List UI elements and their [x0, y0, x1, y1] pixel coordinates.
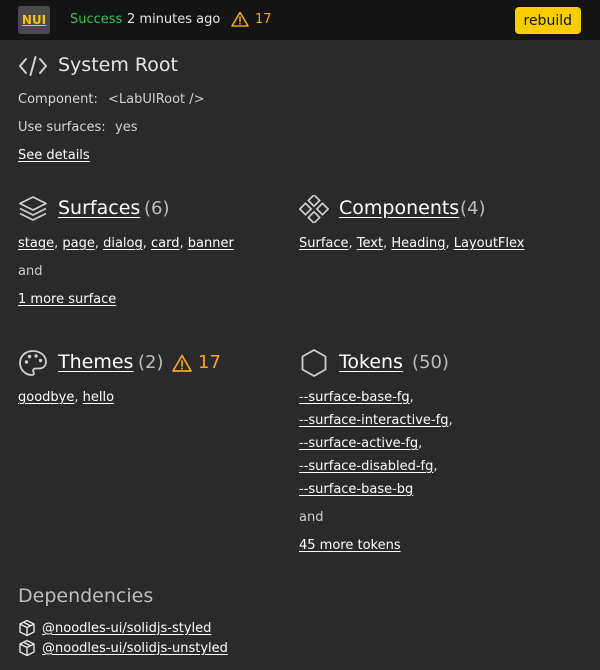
palette-icon [19, 350, 47, 376]
component-link-heading[interactable]: Heading [391, 236, 445, 251]
component-link-text[interactable]: Text [357, 236, 383, 251]
token-item: --surface-base-bg [299, 482, 413, 497]
hexagon-icon [301, 349, 327, 377]
use-surfaces-label: Use surfaces: [18, 120, 106, 135]
surface-link-card[interactable]: card [151, 236, 179, 251]
dependency-item: @noodles-ui/solidjs-styled [18, 619, 211, 637]
themes-list: goodbye, hello [18, 390, 115, 405]
components-list: Surface, Text, Heading, LayoutFlex [299, 236, 525, 251]
components-title[interactable]: Components [339, 197, 459, 219]
top-bar: NUI Success 2 minutes ago 17 rebuild [0, 0, 600, 40]
rebuild-button[interactable]: rebuild [514, 7, 581, 34]
components-count: (4) [460, 198, 486, 219]
component-link-layoutflex[interactable]: LayoutFlex [454, 236, 525, 251]
component-link-surface[interactable]: Surface [299, 236, 349, 251]
token-item: --surface-interactive-fg, [299, 413, 453, 428]
dependencies-title: Dependencies [18, 585, 154, 607]
components-icon [299, 195, 329, 223]
token-item: --surface-disabled-fg, [299, 459, 438, 474]
surface-link-stage[interactable]: stage [18, 236, 54, 251]
token-link[interactable]: --surface-disabled-fg [299, 459, 433, 474]
logo[interactable]: NUI [18, 6, 50, 34]
surface-link-dialog[interactable]: dialog [103, 236, 143, 251]
dependency-link[interactable]: @noodles-ui/solidjs-unstyled [42, 641, 228, 656]
surfaces-and: and [18, 264, 43, 279]
theme-link-hello[interactable]: hello [83, 390, 114, 405]
warning-icon [231, 11, 249, 27]
themes-count: (2) [138, 352, 164, 373]
warnings-count: 17 [255, 11, 272, 27]
themes-warnings[interactable]: 17 [172, 352, 221, 373]
token-item: --surface-active-fg, [299, 436, 423, 451]
token-link[interactable]: --surface-base-bg [299, 482, 413, 497]
token-item: --surface-base-fg, [299, 390, 414, 405]
tokens-and: and [299, 510, 324, 525]
token-link[interactable]: --surface-base-fg [299, 390, 410, 405]
build-status: Success [70, 12, 123, 27]
warning-icon [172, 354, 192, 372]
tokens-count: (50) [412, 352, 449, 373]
build-time: 2 minutes ago [127, 12, 221, 27]
themes-title[interactable]: Themes [58, 351, 133, 373]
component-value: <LabUIRoot /> [108, 92, 205, 107]
tokens-more-link[interactable]: 45 more tokens [299, 538, 401, 553]
dependency-item: @noodles-ui/solidjs-unstyled [18, 639, 228, 657]
token-link[interactable]: --surface-active-fg [299, 436, 418, 451]
surfaces-title[interactable]: Surfaces [58, 197, 140, 219]
code-icon [19, 56, 47, 76]
surfaces-more-link[interactable]: 1 more surface [18, 292, 116, 307]
dependency-link[interactable]: @noodles-ui/solidjs-styled [42, 621, 211, 636]
themes-warnings-count: 17 [198, 352, 221, 373]
theme-link-goodbye[interactable]: goodbye [18, 390, 74, 405]
package-icon [19, 619, 35, 637]
see-details-link[interactable]: See details [18, 148, 90, 163]
surfaces-list: stage, page, dialog, card, banner [18, 236, 234, 251]
use-surfaces-value: yes [115, 120, 138, 135]
system-root-title: System Root [58, 54, 178, 76]
layers-icon [19, 196, 47, 221]
component-label: Component: [18, 92, 98, 107]
surface-link-page[interactable]: page [62, 236, 94, 251]
warnings-badge[interactable]: 17 [231, 11, 272, 27]
tokens-title[interactable]: Tokens [339, 351, 403, 373]
token-link[interactable]: --surface-interactive-fg [299, 413, 448, 428]
surfaces-count: (6) [144, 198, 170, 219]
package-icon [19, 639, 35, 657]
surface-link-banner[interactable]: banner [188, 236, 234, 251]
